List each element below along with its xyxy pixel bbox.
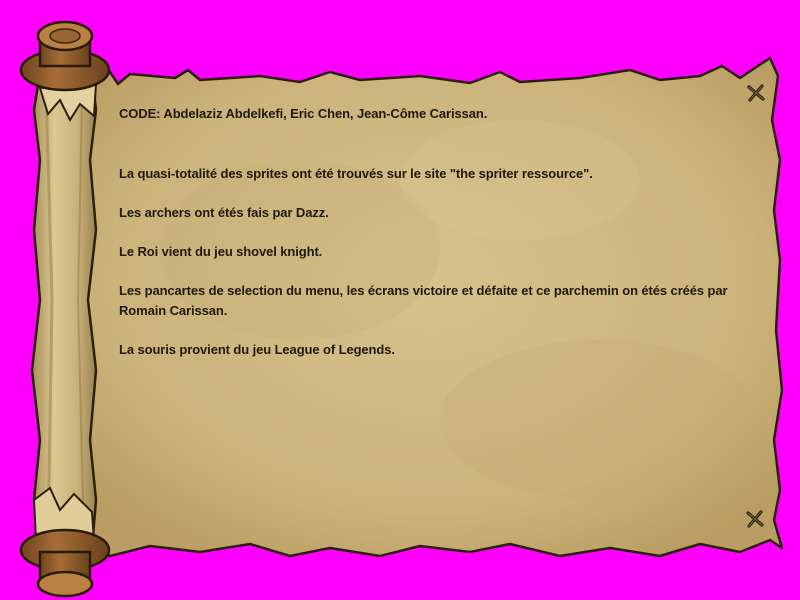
credits-signs-line: Les pancartes de selection du menu, les … — [119, 283, 728, 318]
credits-sprites-line: La quasi-totalité des sprites ont été tr… — [119, 166, 593, 181]
wooden-knob-top — [19, 20, 111, 92]
scroll-roll — [30, 70, 98, 550]
credits-mouse-line: La souris provient du jeu League of Lege… — [119, 342, 395, 357]
credits-code-line: CODE: Abdelaziz Abdelkefi, Eric Chen, Je… — [119, 106, 488, 121]
close-button-bottom[interactable] — [744, 508, 766, 530]
close-icon — [746, 510, 764, 528]
credits-screen: CODE: Abdelaziz Abdelkefi, Eric Chen, Je… — [0, 0, 800, 600]
wooden-knob-bottom — [19, 528, 111, 598]
close-icon — [747, 84, 765, 102]
credits-archers-line: Les archers ont étés fais par Dazz. — [119, 205, 329, 220]
credits-king-line: Le Roi vient du jeu shovel knight. — [119, 244, 323, 259]
close-button-top[interactable] — [745, 82, 767, 104]
credits-text: CODE: Abdelaziz Abdelkefi, Eric Chen, Je… — [119, 104, 749, 360]
